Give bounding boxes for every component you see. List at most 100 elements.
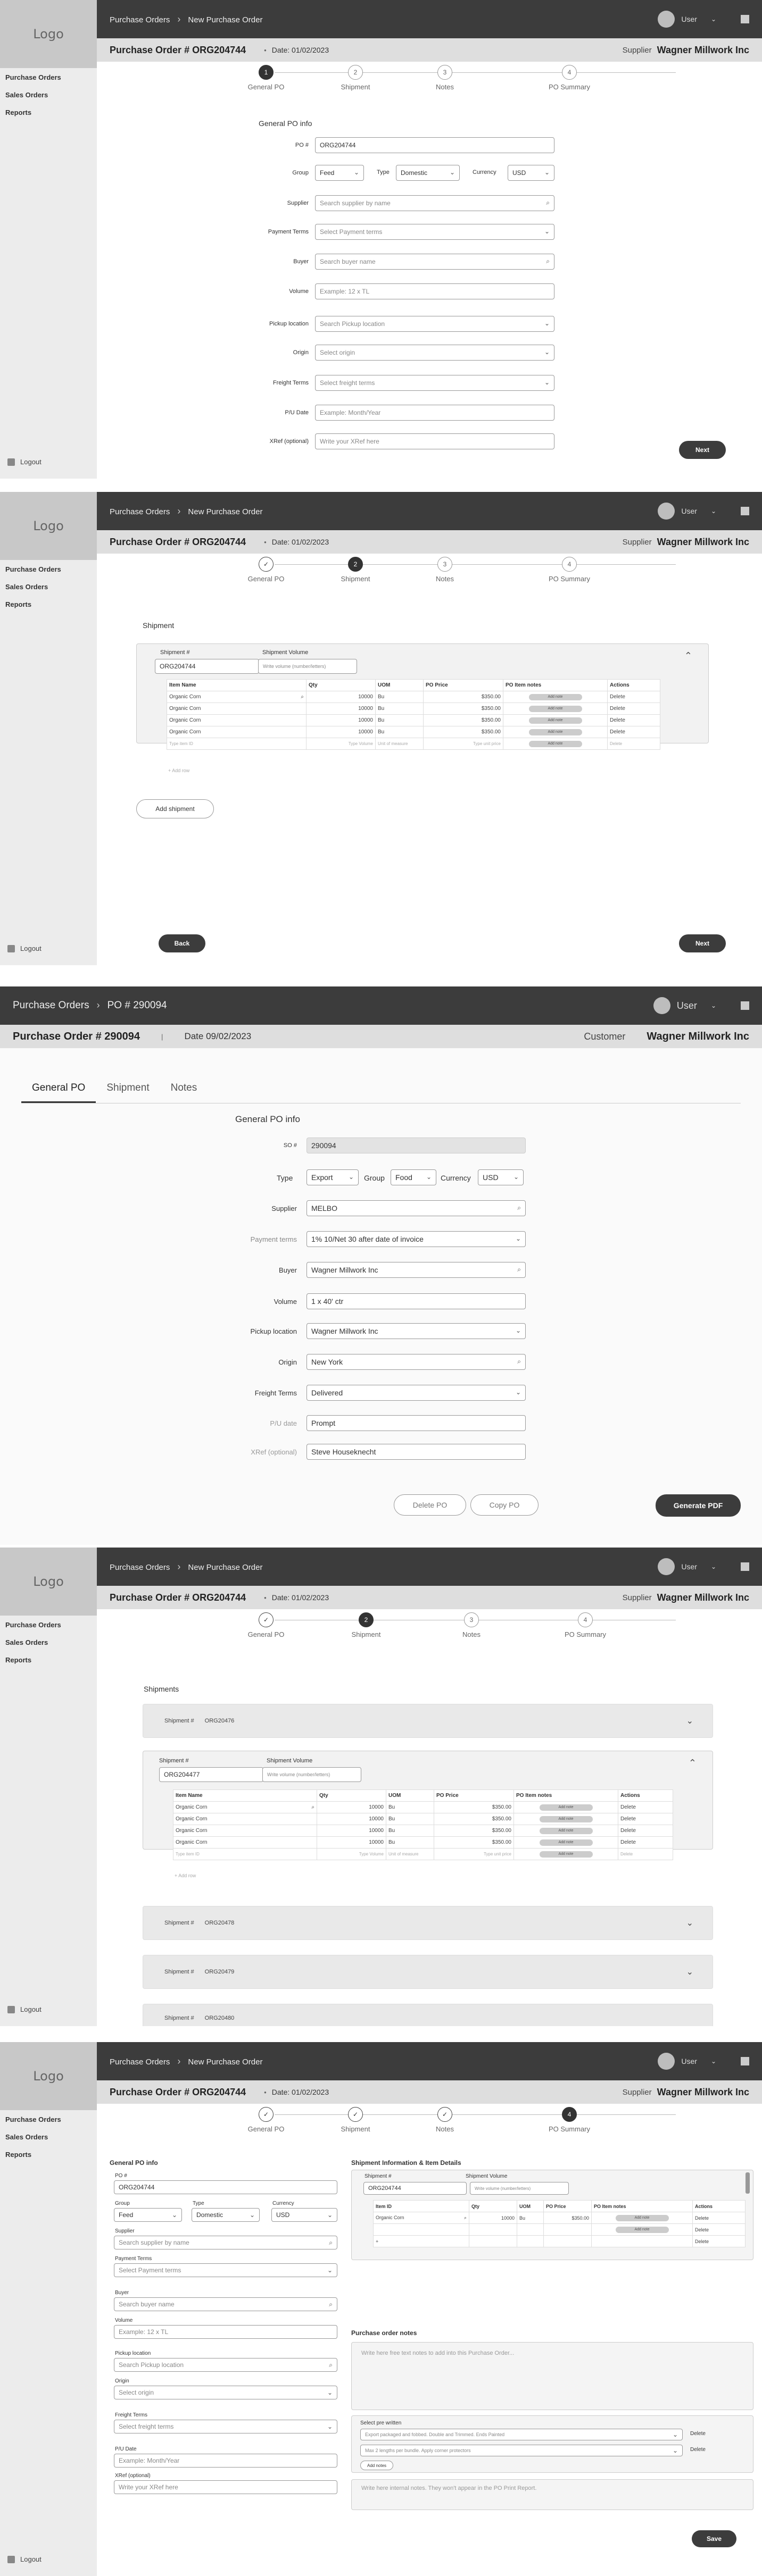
user-menu[interactable]: User ⌄ [658, 11, 749, 28]
nav-reports[interactable]: Reports [5, 108, 92, 116]
chevron-down-icon[interactable]: ⌄ [686, 1918, 693, 1928]
next-button[interactable]: Next [679, 441, 726, 459]
delete-link[interactable]: Delete [692, 2212, 746, 2224]
breadcrumb-purchase-orders[interactable]: Purchase Orders [110, 2058, 170, 2067]
step-shipment[interactable]: 2 Shipment [324, 1612, 409, 1638]
step-general-po[interactable]: 1 General PO [223, 65, 309, 91]
nav-reports[interactable]: Reports [5, 2151, 92, 2159]
step-notes[interactable]: 3 Notes [429, 1612, 514, 1638]
add-note-button[interactable]: Add note [539, 1804, 593, 1811]
scrollbar[interactable] [746, 2172, 750, 2194]
buyer-search-input[interactable]: Wagner Millwork Inc ⌕ [307, 1262, 526, 1278]
shipment-volume-input[interactable]: Write volume (number/letters) [258, 659, 357, 674]
pickup-location-select[interactable]: Search Pickup location ⌄ [315, 316, 554, 332]
logout-button[interactable]: Logout [7, 944, 42, 952]
delete-link[interactable]: Delete [607, 702, 660, 715]
add-note-button[interactable]: Add note [539, 1828, 593, 1834]
buyer-search-input[interactable]: Search buyer name ⌕ [315, 254, 554, 270]
add-note-button[interactable]: Add note [539, 1839, 593, 1846]
breadcrumb-purchase-orders[interactable]: Purchase Orders [110, 15, 170, 24]
shipment-volume-input[interactable]: Write volume (number/letters) [262, 1767, 361, 1782]
volume-input[interactable]: 1 x 40' ctr [307, 1293, 526, 1309]
buyer-search-input[interactable]: Search buyer name ⌕ [114, 2297, 337, 2311]
chevron-down-icon[interactable]: ⌄ [686, 1716, 693, 1726]
step-general-po[interactable]: ✓ General PO [223, 2107, 309, 2133]
delete-link[interactable]: Delete [607, 691, 660, 703]
next-button[interactable]: Next [679, 934, 726, 952]
delete-link[interactable]: Delete [690, 2447, 706, 2453]
type-select[interactable]: Export ⌄ [307, 1169, 359, 1185]
origin-select[interactable]: Select origin ⌄ [315, 345, 554, 361]
table-row-add[interactable]: + Delete [373, 2235, 746, 2247]
logout-button[interactable]: Logout [7, 458, 42, 466]
add-note-button[interactable]: Add note [615, 2215, 669, 2221]
delete-po-button[interactable]: Delete PO [394, 1494, 466, 1516]
apps-icon[interactable] [741, 507, 749, 515]
chevron-down-icon[interactable]: ⌄ [686, 1967, 693, 1977]
group-select[interactable]: Feed ⌄ [315, 165, 364, 181]
type-select[interactable]: Domestic ⌄ [396, 165, 460, 181]
step-po-summary[interactable]: 4 PO Summary [527, 2107, 612, 2133]
nav-reports[interactable]: Reports [5, 600, 92, 608]
step-general-po[interactable]: ✓ General PO [223, 557, 309, 583]
apps-icon[interactable] [741, 1001, 749, 1010]
breadcrumb-purchase-orders[interactable]: Purchase Orders [110, 1563, 170, 1572]
origin-select[interactable]: Select origin ⌄ [114, 2386, 337, 2399]
currency-select[interactable]: USD ⌄ [478, 1169, 524, 1185]
shipment-volume-input[interactable]: Write volume (number/letters) [470, 2182, 569, 2195]
group-select[interactable]: Feed ⌄ [114, 2208, 182, 2222]
nav-sales-orders[interactable]: Sales Orders [5, 583, 92, 591]
breadcrumb-purchase-orders[interactable]: Purchase Orders [110, 507, 170, 516]
delete-link[interactable]: Delete [618, 1813, 673, 1825]
step-po-summary[interactable]: 4 PO Summary [527, 65, 612, 91]
add-note-button[interactable]: Add note [528, 694, 582, 700]
pickup-location-select[interactable]: Wagner Millwork Inc ⌄ [307, 1323, 526, 1339]
delete-link[interactable]: Delete [607, 714, 660, 726]
add-note-button[interactable]: Add note [528, 706, 582, 712]
payment-terms-select[interactable]: Select Payment terms ⌄ [114, 2263, 337, 2277]
pu-date-input[interactable]: Example: Month/Year [315, 405, 554, 421]
pu-date-input[interactable]: Example: Month/Year [114, 2454, 337, 2468]
apps-icon[interactable] [741, 2057, 749, 2065]
currency-select[interactable]: USD ⌄ [271, 2208, 337, 2222]
delete-link[interactable]: Delete [690, 2431, 706, 2437]
step-po-summary[interactable]: 4 PO Summary [543, 1612, 628, 1638]
supplier-search-input[interactable]: MELBO ⌕ [307, 1200, 526, 1216]
add-note-button[interactable]: Add note [615, 2227, 669, 2233]
shipment-collapsed[interactable]: Shipment # ORG20480 [143, 2004, 713, 2026]
user-menu[interactable]: User ⌄ [658, 1558, 749, 1575]
shipment-collapsed[interactable]: Shipment # ORG20478 ⌄ [143, 1906, 713, 1940]
step-notes[interactable]: 3 Notes [402, 557, 487, 583]
apps-icon[interactable] [741, 1562, 749, 1571]
origin-input[interactable]: New York ⌕ [307, 1354, 526, 1370]
collapse-icon[interactable]: ⌃ [684, 650, 692, 662]
prewritten-select[interactable]: Max 2 lengths per bundle. Apply corner p… [360, 2445, 683, 2456]
copy-po-button[interactable]: Copy PO [470, 1494, 539, 1516]
generate-pdf-button[interactable]: Generate PDF [656, 1494, 741, 1517]
apps-icon[interactable] [741, 15, 749, 23]
step-shipment[interactable]: 2 Shipment [313, 557, 398, 583]
step-general-po[interactable]: ✓ General PO [223, 1612, 309, 1638]
delete-link[interactable]: Delete [618, 1836, 673, 1849]
back-button[interactable]: Back [159, 934, 205, 952]
delete-link[interactable]: Delete [607, 726, 660, 738]
breadcrumb-purchase-orders[interactable]: Purchase Orders [13, 1000, 89, 1011]
type-select[interactable]: Domestic ⌄ [192, 2208, 260, 2222]
save-button[interactable]: Save [692, 2530, 736, 2547]
delete-link[interactable]: Delete [618, 1801, 673, 1813]
notes-textarea[interactable]: Write here free text notes to add into t… [351, 2342, 753, 2410]
supplier-search-input[interactable]: Search supplier by name ⌕ [114, 2236, 337, 2249]
nav-reports[interactable]: Reports [5, 1656, 92, 1664]
pu-date-input[interactable]: Prompt [307, 1415, 526, 1431]
supplier-search-input[interactable]: Search supplier by name ⌕ [315, 195, 554, 211]
po-number-field[interactable]: ORG204744 [114, 2180, 337, 2194]
tab-general-po[interactable]: General PO [21, 1078, 96, 1103]
step-shipment[interactable]: ✓ Shipment [313, 2107, 398, 2133]
shipment-number-field[interactable]: ORG204744 [155, 659, 259, 674]
step-po-summary[interactable]: 4 PO Summary [527, 557, 612, 583]
step-notes[interactable]: ✓ Notes [402, 2107, 487, 2133]
step-notes[interactable]: 3 Notes [402, 65, 487, 91]
internal-notes-textarea[interactable]: Write here internal notes. They won't ap… [351, 2479, 753, 2510]
nav-sales-orders[interactable]: Sales Orders [5, 2133, 92, 2141]
add-notes-button[interactable]: Add notes [360, 2461, 393, 2470]
